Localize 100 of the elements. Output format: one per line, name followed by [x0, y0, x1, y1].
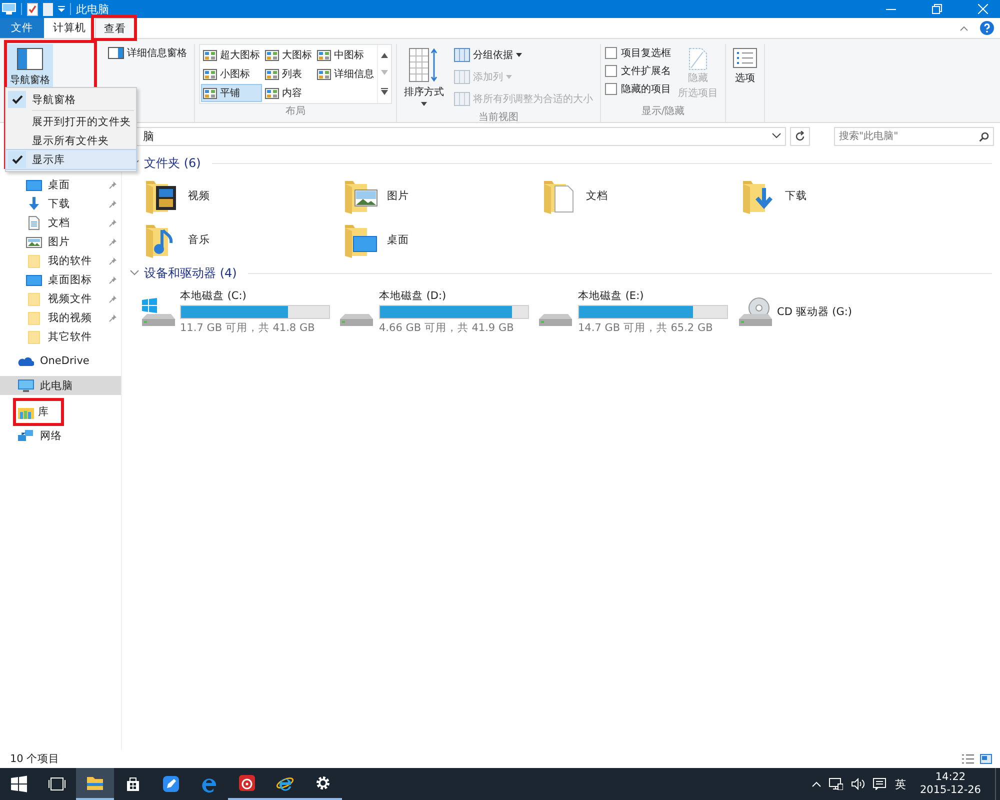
menu-item[interactable]: 导航窗格	[6, 90, 136, 109]
nav-item[interactable]: 其它软件	[0, 327, 121, 346]
nav-item[interactable]: 我的软件	[0, 251, 121, 270]
details-pane-button[interactable]: 详细信息窗格	[105, 44, 190, 62]
collapse-ribbon-icon[interactable]	[960, 26, 968, 30]
checkbox[interactable]: 隐藏的项目	[605, 82, 671, 96]
checkbox[interactable]: 项目复选框	[605, 46, 671, 60]
layout-option[interactable]: 中图标	[315, 46, 376, 64]
nav-item[interactable]: 文档	[0, 213, 121, 232]
help-icon[interactable]	[980, 21, 994, 35]
shopping-bag-icon	[124, 775, 142, 793]
expand-gallery-icon[interactable]	[381, 88, 388, 95]
layout-icon	[317, 68, 331, 80]
layout-option[interactable]: 列表	[263, 65, 314, 83]
nav-item[interactable]: OneDrive	[0, 351, 121, 370]
layout-option[interactable]: 小图标	[201, 65, 262, 83]
options-button[interactable]: 选项	[730, 44, 760, 89]
section-heading[interactable]: 设备和驱动器 (4)	[144, 264, 237, 282]
layout-option[interactable]: 大图标	[263, 46, 314, 64]
caret-icon[interactable]	[58, 6, 65, 12]
ribbon-tab[interactable]: 计算机	[44, 18, 95, 38]
nav-item[interactable]: 桌面图标	[0, 270, 121, 289]
input-method-indicator[interactable]: 英	[894, 776, 906, 792]
drive-name: 本地磁盘 (E:)	[578, 289, 645, 303]
folder-tile[interactable]: 音乐	[144, 221, 343, 259]
view-command[interactable]: 分组依据	[451, 46, 596, 64]
volume-icon[interactable]	[850, 778, 865, 790]
scroll-up-icon[interactable]	[381, 53, 388, 58]
folder-tile[interactable]: 图片	[343, 177, 542, 215]
columns-icon	[454, 48, 470, 62]
sort-button[interactable]: 排序方式	[401, 44, 447, 110]
drive-tile[interactable]: 本地磁盘 (E:) 14.7 GB 可用，共 65.2 GB	[538, 289, 737, 335]
check-icon	[12, 95, 22, 104]
refresh-icon	[795, 130, 805, 142]
picture-icon	[26, 234, 42, 248]
nav-item[interactable]: 桌面	[0, 175, 121, 194]
nav-item[interactable]: 下载	[0, 194, 121, 213]
pin-icon	[109, 314, 117, 322]
checkbox-square[interactable]	[605, 83, 617, 95]
columns-icon	[454, 70, 470, 84]
file-menu-tab[interactable]: 文件	[0, 18, 44, 38]
clock-time: 14:22	[935, 771, 966, 784]
checkbox[interactable]: 文件扩展名	[605, 64, 671, 78]
sort-columns-icon	[409, 48, 439, 82]
nav-label: 视频文件	[48, 292, 92, 306]
layout-option[interactable]: 超大图标	[201, 46, 262, 64]
search-field[interactable]: 搜索"此电脑"	[834, 126, 994, 146]
pen-icon	[162, 775, 180, 793]
checkbox-square[interactable]	[605, 65, 617, 77]
drive-tile[interactable]: 本地磁盘 (C:) 11.7 GB 可用，共 41.8 GB	[140, 289, 339, 335]
folder-tile[interactable]: 下载	[741, 177, 940, 215]
folder-name: 视频	[188, 189, 210, 203]
tiles-view-icon[interactable]	[980, 754, 992, 764]
layout-icon	[203, 50, 217, 60]
network-icon[interactable]	[828, 778, 843, 790]
refresh-button[interactable]	[790, 126, 810, 146]
pin-icon	[109, 180, 117, 188]
caret-icon	[421, 102, 427, 106]
checkbox-square[interactable]	[605, 47, 617, 59]
free-space-text: 14.7 GB 可用，共 65.2 GB	[578, 321, 714, 335]
nav-item[interactable]: 我的视频	[0, 308, 121, 327]
nav-label: 此电脑	[40, 378, 73, 392]
drive-tile[interactable]: 本地磁盘 (D:) 4.66 GB 可用，共 41.9 GB	[339, 289, 538, 335]
layout-option[interactable]: 平铺	[201, 84, 262, 102]
nav-item[interactable]: 网络	[0, 426, 121, 445]
hard-drive-icon	[340, 314, 374, 327]
folder-icon	[26, 330, 42, 344]
details-view-icon[interactable]	[962, 754, 974, 764]
document-icon	[26, 216, 42, 230]
nav-item[interactable]: 视频文件	[0, 289, 121, 308]
download-arrow-icon	[26, 196, 42, 210]
item-count: 10 个项目	[10, 752, 60, 766]
options-list-icon	[733, 48, 757, 68]
ribbon-tab[interactable]: 查看	[95, 18, 135, 39]
nav-item[interactable]: 图片	[0, 232, 121, 251]
file-explorer-button[interactable]	[76, 768, 114, 800]
pane-icon	[108, 47, 124, 59]
network-icon	[18, 428, 34, 442]
layout-option[interactable]: 详细信息	[315, 65, 376, 83]
properties-icon[interactable]	[27, 2, 38, 16]
layout-option[interactable]: 内容	[263, 84, 314, 102]
folder-tile[interactable]: 视频	[144, 177, 343, 215]
menu-item[interactable]: 显示库	[6, 150, 136, 169]
folder-name: 文档	[586, 189, 608, 203]
clock[interactable]: 14:22 2015-12-26	[914, 771, 987, 797]
pin-icon	[109, 218, 117, 226]
layout-icon	[203, 88, 217, 98]
notification-icon[interactable]	[872, 778, 887, 790]
chevron-down-icon[interactable]	[772, 133, 781, 139]
close-icon[interactable]	[978, 4, 988, 14]
restore-icon[interactable]	[932, 4, 942, 14]
nav-item[interactable]: 库	[17, 402, 60, 421]
drive-tile[interactable]: CD 驱动器 (G:)	[737, 289, 936, 335]
folder-tile[interactable]: 桌面	[343, 221, 542, 259]
show-hidden-icons-icon[interactable]	[812, 781, 821, 787]
folder-tile[interactable]: 文档	[542, 177, 741, 215]
nav-item[interactable]: 此电脑	[0, 376, 121, 395]
pin-icon	[109, 256, 117, 264]
check-icon	[12, 155, 22, 164]
section-heading[interactable]: 文件夹 (6)	[144, 154, 201, 172]
